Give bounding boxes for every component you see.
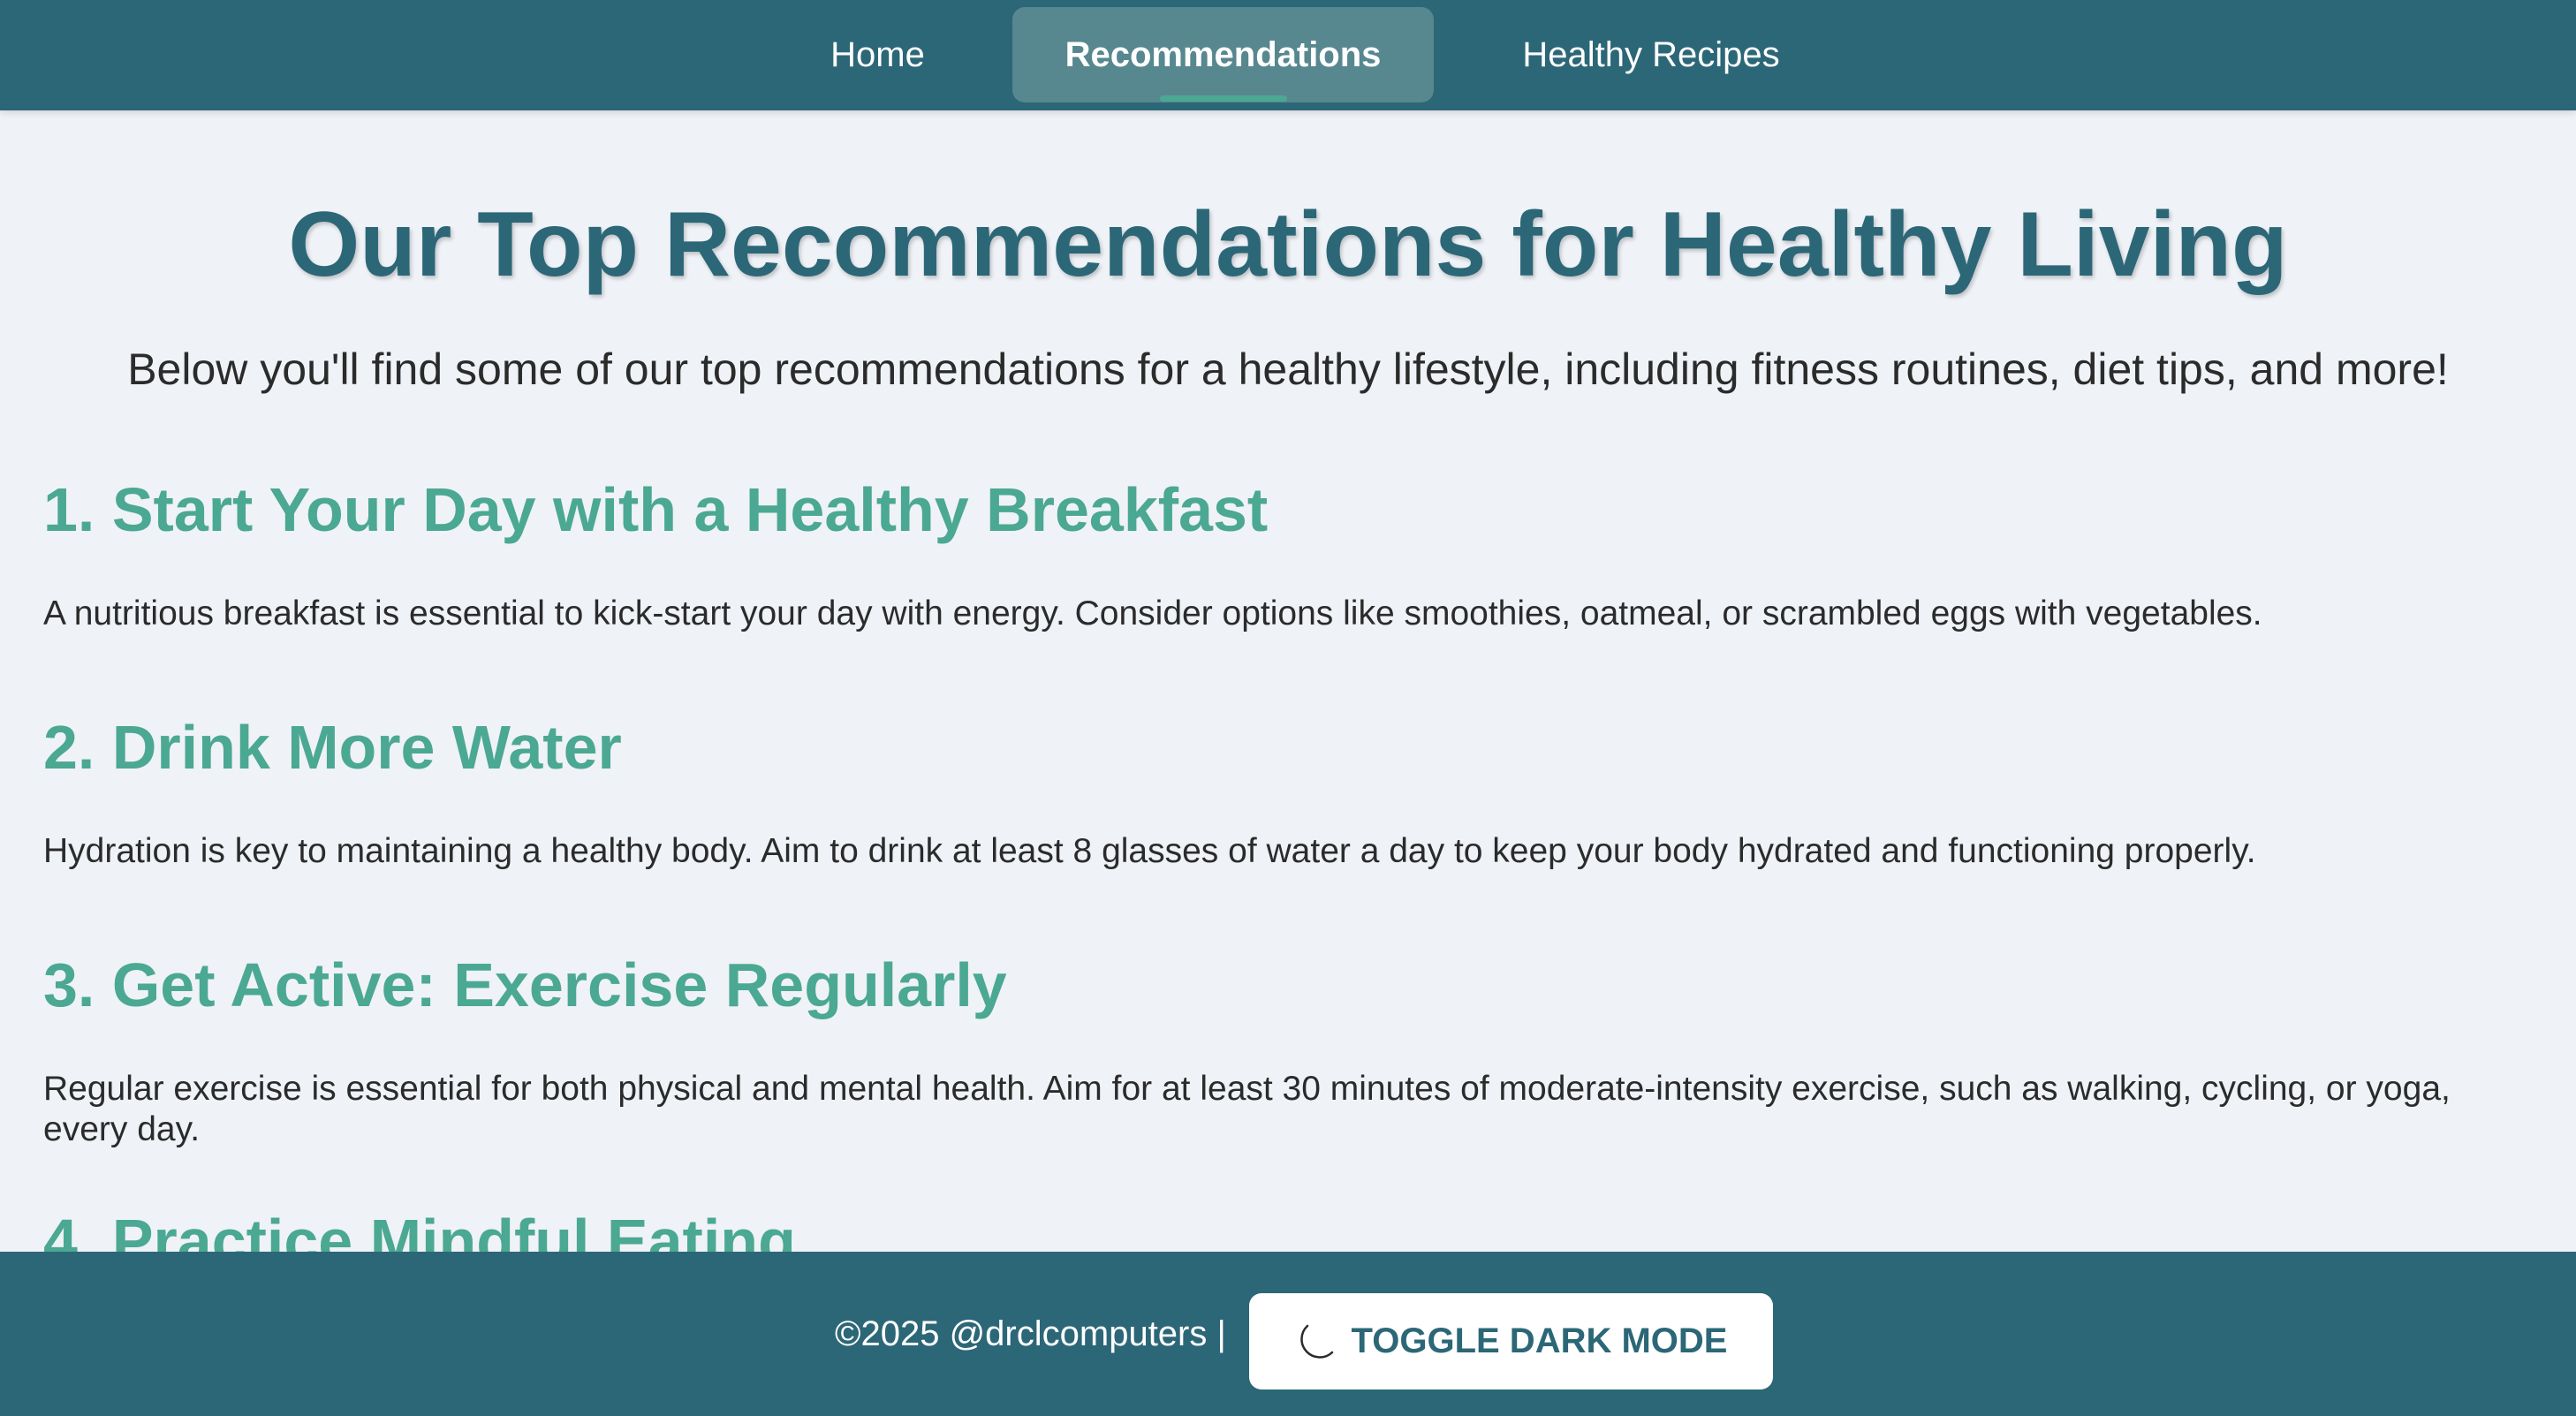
nav-link-recommendations[interactable]: Recommendations (1012, 7, 1434, 102)
section-heading-exercise: 3. Get Active: Exercise Regularly (43, 950, 1007, 1019)
intro-text: Below you'll find some of our top recomm… (127, 345, 2449, 394)
toggle-dark-mode-button[interactable]: TOGGLE DARK MODE (1249, 1293, 1773, 1389)
nav-link-home[interactable]: Home (800, 7, 955, 102)
active-tab-indicator (1160, 95, 1287, 102)
section-heading-breakfast: 1. Start Your Day with a Healthy Breakfa… (43, 475, 1269, 544)
nav-link-healthy-recipes[interactable]: Healthy Recipes (1496, 7, 1807, 102)
moon-icon (1295, 1321, 1337, 1363)
section-heading-mindful-eating: 4. Practice Mindful Eating (43, 1207, 796, 1252)
section-text-breakfast: A nutritious breakfast is essential to k… (43, 594, 2262, 632)
copyright-text: ©2025 @drclcomputers | (835, 1314, 1226, 1353)
page-title: Our Top Recommendations for Healthy Livi… (288, 193, 2288, 296)
toggle-dark-mode-label: TOGGLE DARK MODE (1351, 1321, 1728, 1360)
section-text-water: Hydration is key to maintaining a health… (43, 832, 2256, 870)
top-navigation-bar: Home Recommendations Healthy Recipes (0, 0, 2576, 110)
main-content[interactable]: Our Top Recommendations for Healthy Livi… (0, 110, 2576, 1252)
footer: ©2025 @drclcomputers | TOGGLE DARK MODE (0, 1252, 2576, 1416)
section-heading-water: 2. Drink More Water (43, 713, 622, 782)
section-text-exercise: Regular exercise is essential for both p… (43, 1070, 2451, 1148)
